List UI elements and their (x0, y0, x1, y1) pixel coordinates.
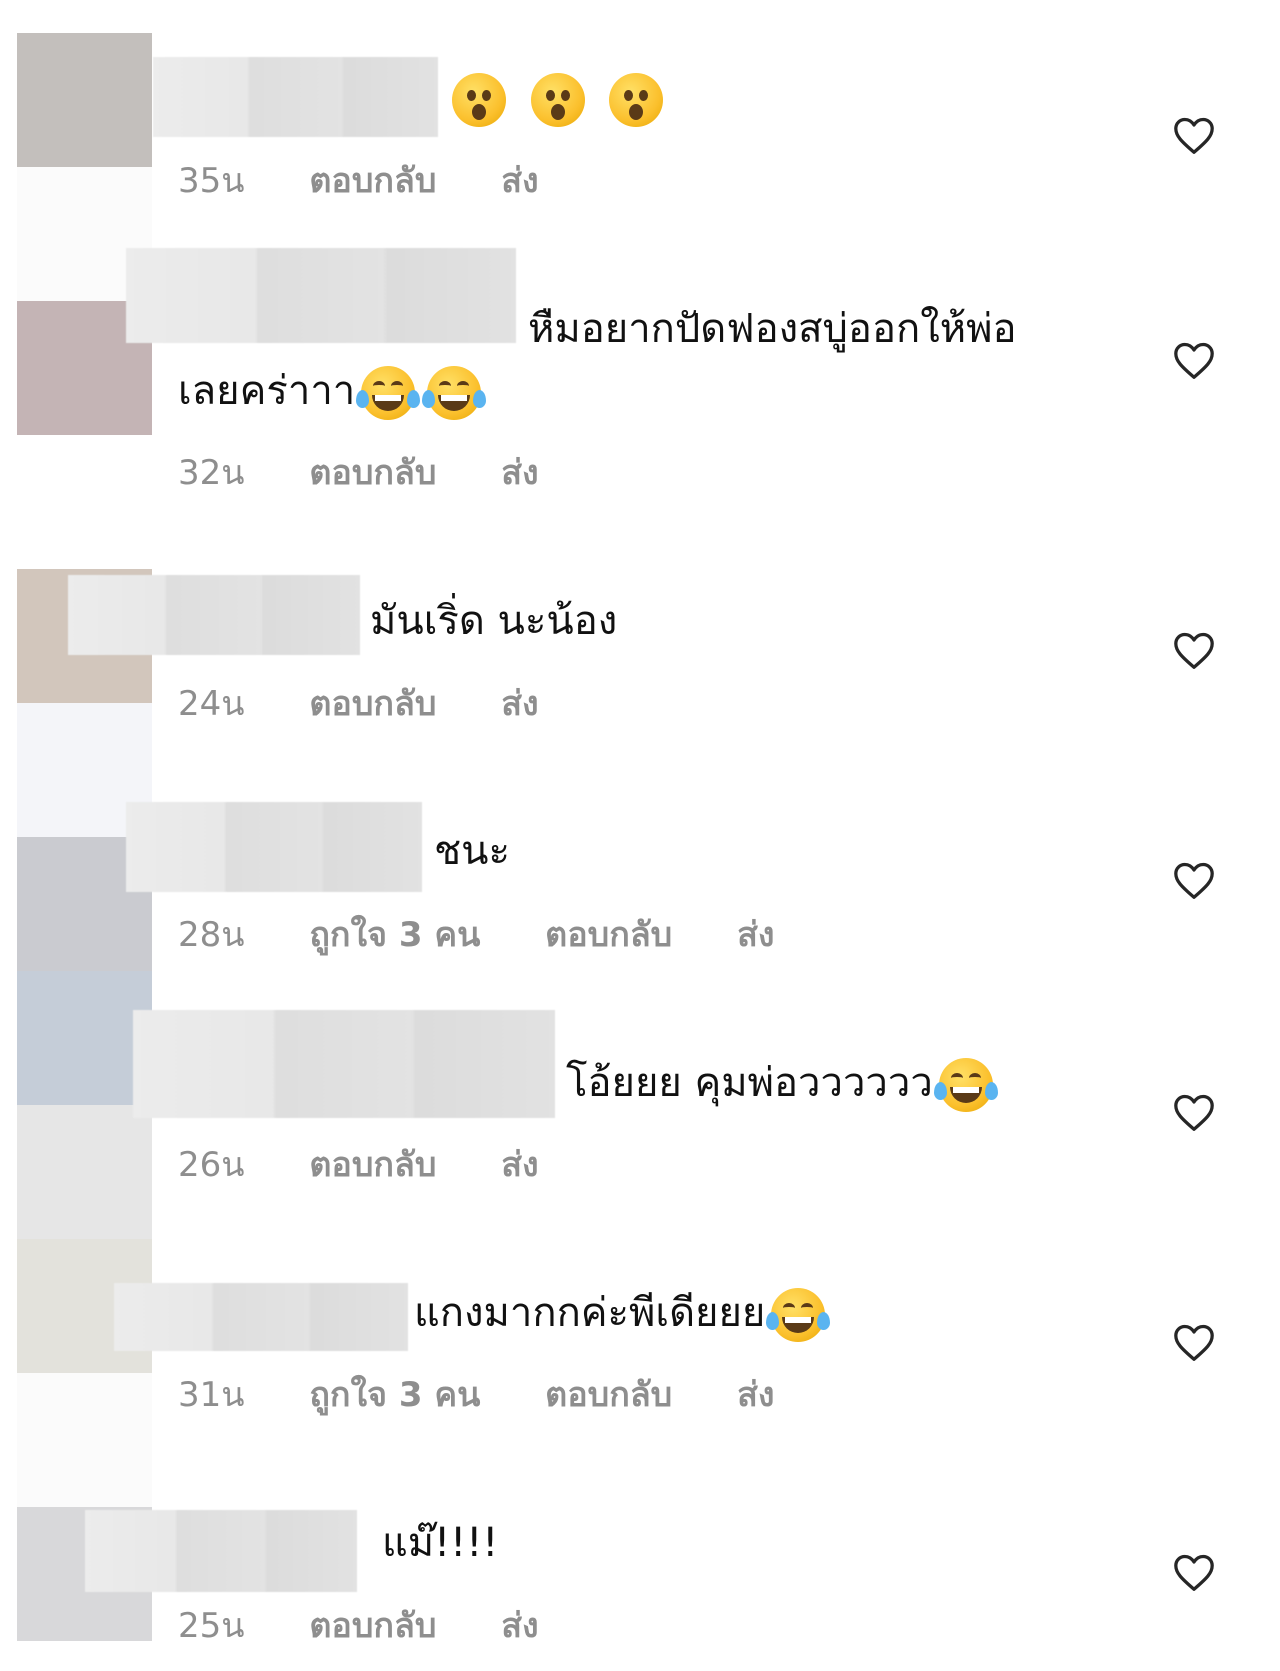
heart-icon[interactable] (1172, 1552, 1216, 1592)
comment-meta: 32น ตอบกลับ ส่ง (178, 445, 593, 499)
comment-time: 25น (178, 1606, 245, 1646)
comment-text: ชนะ (434, 828, 510, 874)
astonished-emoji (530, 73, 585, 127)
tears-of-joy-emoji (766, 1288, 831, 1342)
comment-time: 24น (178, 684, 245, 724)
username-redacted[interactable] (153, 57, 438, 137)
heart-icon[interactable] (1172, 630, 1216, 670)
reply-button[interactable]: ตอบกลับ (309, 1137, 436, 1191)
username-redacted[interactable] (114, 1283, 408, 1351)
heart-icon[interactable] (1172, 340, 1216, 380)
comment-meta: 26น ตอบกลับ ส่ง (178, 1137, 593, 1191)
comment-meta: 35น ตอบกลับ ส่ง (178, 153, 593, 207)
reply-button[interactable]: ตอบกลับ (309, 445, 436, 499)
reply-button[interactable]: ตอบกลับ (545, 1367, 672, 1421)
send-button[interactable]: ส่ง (501, 445, 538, 499)
comment-meta: 31น ถูกใจ 3 คน ตอบกลับ ส่ง (178, 1367, 828, 1421)
send-button[interactable]: ส่ง (737, 1367, 774, 1421)
comment-text: มันเริ่ด นะน้อง (370, 598, 618, 644)
heart-icon[interactable] (1172, 1092, 1216, 1132)
comment-text: หืมอยากปัดฟองสบู่ออกให้พ่อ (528, 306, 1017, 352)
username-redacted[interactable] (126, 802, 422, 892)
comment-text: แม๊!!!! (382, 1520, 499, 1566)
comment-meta: 25น ตอบกลับ ส่ง (178, 1598, 593, 1652)
comment-time: 26น (178, 1145, 245, 1185)
comment-time: 31น (178, 1375, 245, 1415)
comment-time: 35น (178, 161, 245, 201)
username-redacted[interactable] (85, 1510, 357, 1592)
username-redacted[interactable] (68, 575, 360, 655)
comment-time: 28น (178, 915, 245, 955)
heart-icon[interactable] (1172, 115, 1216, 155)
heart-icon[interactable] (1172, 1322, 1216, 1362)
astonished-emoji (452, 73, 506, 127)
tears-of-joy-emoji (933, 1058, 998, 1112)
avatar[interactable] (17, 971, 152, 1105)
send-button[interactable]: ส่ง (501, 1598, 538, 1652)
astonished-emoji (609, 73, 664, 127)
username-redacted[interactable] (133, 1010, 555, 1118)
comment-time: 32น (178, 453, 245, 493)
comment-meta: 28น ถูกใจ 3 คน ตอบกลับ ส่ง (178, 907, 828, 961)
comment-text-line2: เลยคร่าาา (178, 360, 487, 422)
send-button[interactable]: ส่ง (501, 1137, 538, 1191)
comment-meta: 24น ตอบกลับ ส่ง (178, 676, 593, 730)
reply-button[interactable]: ตอบกลับ (545, 907, 672, 961)
avatar (17, 1105, 152, 1239)
reply-button[interactable]: ตอบกลับ (309, 1598, 436, 1652)
avatar[interactable] (17, 33, 152, 167)
reply-button[interactable]: ตอบกลับ (309, 153, 436, 207)
comment-text (446, 67, 669, 129)
likes-count[interactable]: ถูกใจ 3 คน (309, 1367, 480, 1421)
comment-text: แกงมากกค่ะพีเดียยย (414, 1282, 831, 1344)
reply-button[interactable]: ตอบกลับ (309, 676, 436, 730)
avatar (17, 435, 152, 569)
send-button[interactable]: ส่ง (501, 676, 538, 730)
comment-text: โอ้ยยย คุมพ่อวววววว (566, 1052, 999, 1114)
heart-icon[interactable] (1172, 860, 1216, 900)
send-button[interactable]: ส่ง (501, 153, 538, 207)
username-redacted[interactable] (126, 248, 516, 343)
send-button[interactable]: ส่ง (737, 907, 774, 961)
avatar (17, 1373, 152, 1507)
tears-of-joy-emoji (356, 366, 421, 420)
tears-of-joy-emoji (422, 366, 487, 420)
likes-count[interactable]: ถูกใจ 3 คน (309, 907, 480, 961)
